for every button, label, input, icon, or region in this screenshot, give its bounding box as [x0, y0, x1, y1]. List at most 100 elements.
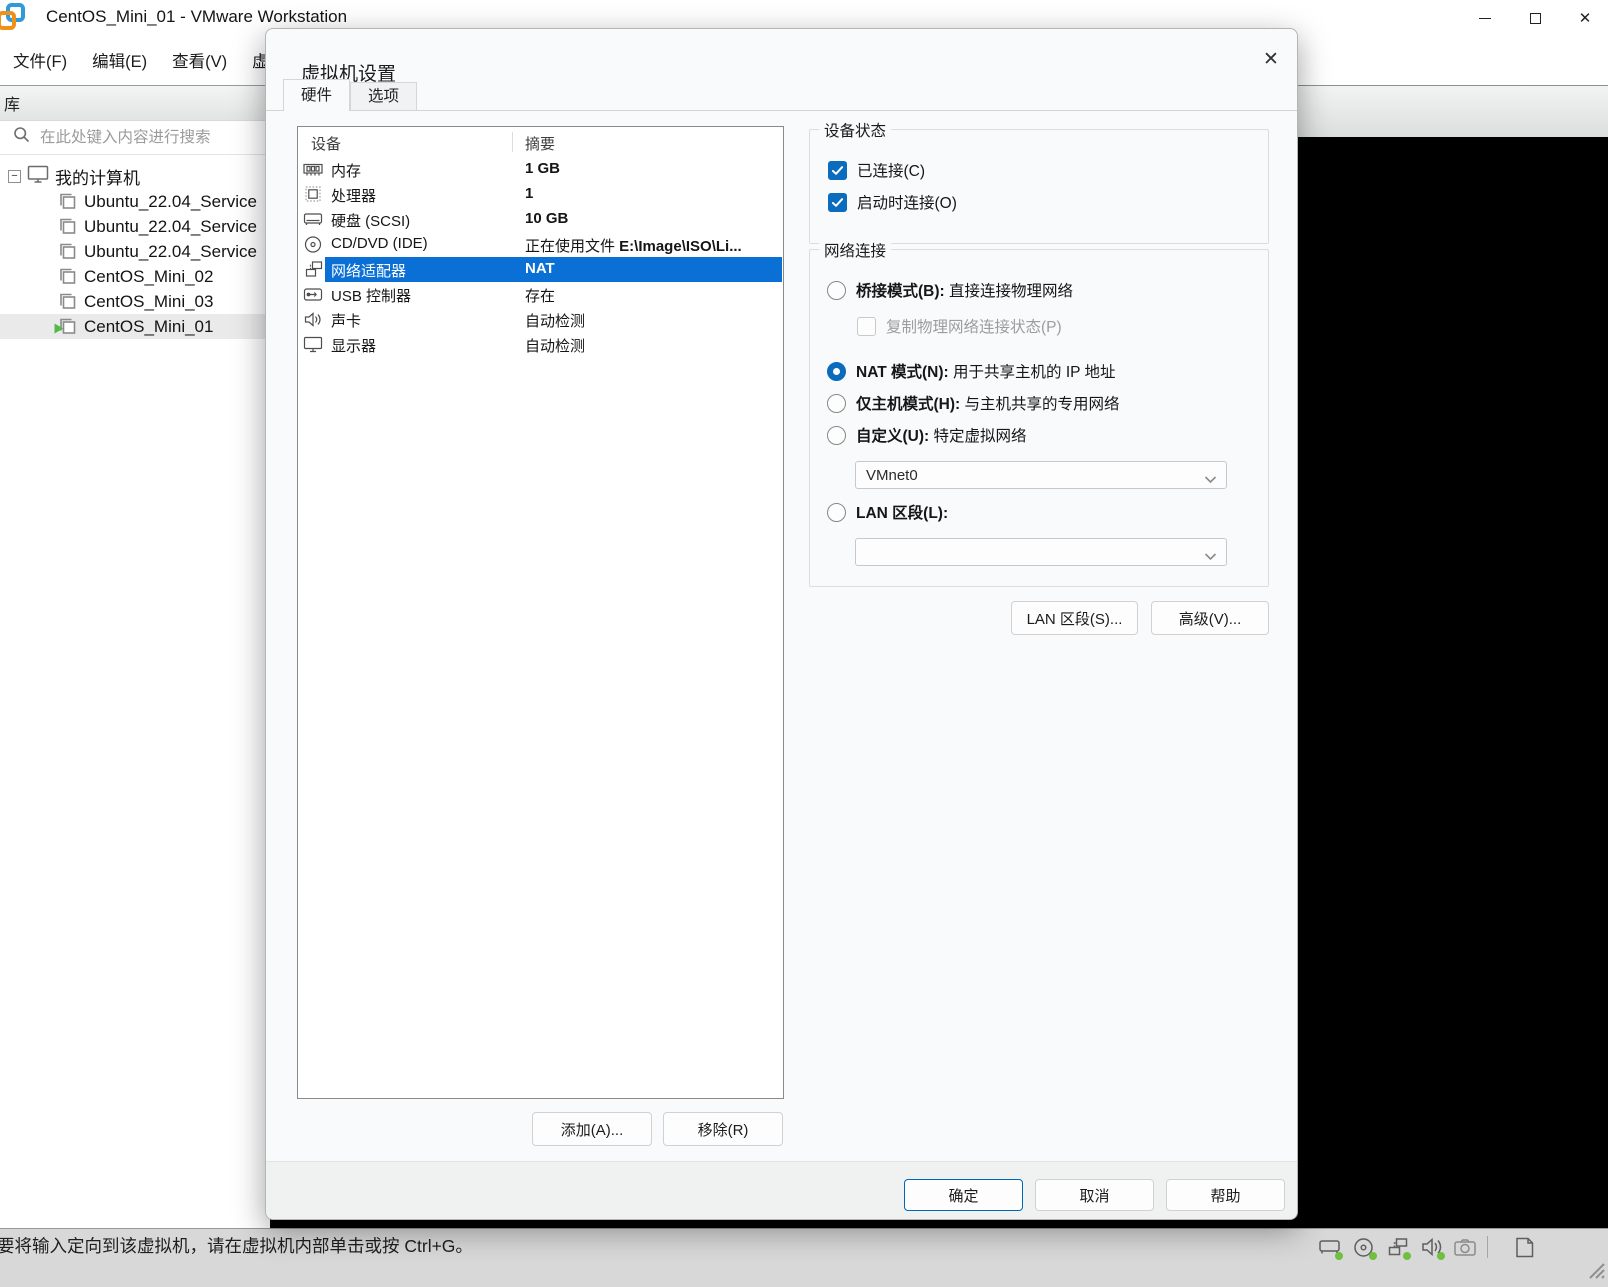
network-adapter-icon — [303, 260, 323, 279]
dialog-tabs: 硬件 选项 — [283, 79, 417, 110]
device-row-processor[interactable]: 处理器 1 — [298, 182, 783, 207]
tree-node-vm[interactable]: CentOS_Mini_03 — [0, 289, 270, 314]
maximize-button[interactable] — [1522, 5, 1548, 31]
device-row-network-adapter[interactable]: 网络适配器 NAT — [298, 257, 783, 282]
network-status-icon[interactable] — [1385, 1235, 1409, 1259]
tree-node-vm[interactable]: CentOS_Mini_02 — [0, 264, 270, 289]
replicate-option: 复制物理网络连接状态(P) — [857, 315, 1062, 337]
green-dot-indicator — [1335, 1252, 1343, 1260]
menu-edit[interactable]: 编辑(E) — [92, 48, 147, 72]
custom-radio[interactable] — [827, 426, 846, 445]
device-row-cd[interactable]: CD/DVD (IDE) 正在使用文件 E:\Image\ISO\Li... — [298, 232, 783, 257]
nat-radio[interactable] — [827, 362, 846, 381]
cd-status-icon[interactable] — [1351, 1235, 1375, 1259]
network-connection-group: 网络连接 桥接模式(B): 直接连接物理网络 复制物理网络连接状态(P) NAT… — [809, 249, 1269, 587]
lan-segments-button[interactable]: LAN 区段(S)... — [1011, 601, 1138, 635]
bridged-mode-option: 桥接模式(B): 直接连接物理网络 — [827, 279, 1073, 301]
vmware-logo-icon — [0, 3, 28, 38]
device-status-legend: 设备状态 — [819, 119, 891, 141]
tree-collapse-icon[interactable]: − — [8, 170, 21, 183]
status-separator — [1487, 1236, 1488, 1258]
tab-options[interactable]: 选项 — [350, 82, 417, 110]
custom-network-select[interactable]: VMnet0 — [855, 461, 1227, 489]
dialog-footer: 确定 取消 帮助 — [266, 1161, 1297, 1219]
hard-disk-status-icon[interactable] — [1317, 1235, 1341, 1259]
lan-segment-select[interactable] — [855, 538, 1227, 566]
cd-icon — [303, 235, 323, 254]
window-close-button[interactable]: ✕ — [1572, 5, 1598, 31]
tree-node-vm[interactable]: Ubuntu_22.04_Service — [0, 214, 270, 239]
tree-node-label: 我的计算机 — [55, 164, 140, 189]
device-table-header: 设备 摘要 — [298, 127, 783, 157]
help-button[interactable]: 帮助 — [1166, 1179, 1285, 1211]
window-title: CentOS_Mini_01 - VMware Workstation — [46, 7, 347, 27]
remove-hardware-button[interactable]: 移除(R) — [663, 1112, 783, 1146]
device-row-display[interactable]: 显示器 自动检测 — [298, 332, 783, 357]
device-row-usb[interactable]: USB 控制器 存在 — [298, 282, 783, 307]
sound-status-icon[interactable] — [1419, 1235, 1443, 1259]
column-summary: 摘要 — [525, 133, 555, 154]
custom-mode-option: 自定义(U): 特定虚拟网络 — [827, 424, 1027, 446]
library-sidebar: − 我的计算机 Ubuntu_22.04_Service — [0, 120, 270, 1228]
host-only-mode-option: 仅主机模式(H): 与主机共享的专用网络 — [827, 392, 1120, 414]
vm-icon — [57, 241, 78, 262]
column-divider — [512, 132, 513, 152]
tree-node-vm[interactable]: Ubuntu_22.04_Service — [0, 239, 270, 264]
processor-icon — [303, 185, 323, 204]
lan-segment-radio[interactable] — [827, 503, 846, 522]
bridged-radio[interactable] — [827, 281, 846, 300]
connect-at-power-on-checkbox[interactable] — [828, 193, 847, 212]
status-bar: 要将输入定向到该虚拟机，请在虚拟机内部单击或按 Ctrl+G。 — [0, 1228, 1608, 1287]
sound-card-icon — [303, 310, 323, 329]
tree-node-vm[interactable]: Ubuntu_22.04_Service — [0, 189, 270, 214]
play-icon — [54, 319, 64, 339]
connected-option: 已连接(C) — [828, 159, 925, 181]
camera-icon[interactable] — [1453, 1235, 1477, 1259]
display-icon — [303, 335, 323, 354]
resize-grip[interactable] — [1585, 1259, 1607, 1286]
device-table: 设备 摘要 内存 1 GB — [297, 126, 784, 1099]
library-search[interactable] — [0, 120, 270, 155]
add-hardware-button[interactable]: 添加(A)... — [532, 1112, 652, 1146]
vm-settings-dialog: 虚拟机设置 ✕ 硬件 选项 设备 摘要 内存 — [265, 28, 1298, 1220]
advanced-button[interactable]: 高级(V)... — [1151, 601, 1269, 635]
dialog-close-button[interactable]: ✕ — [1254, 43, 1288, 75]
device-status-group: 设备状态 已连接(C) 启动时连接(O) — [809, 129, 1269, 244]
tree-node-my-computer[interactable]: − 我的计算机 — [0, 164, 270, 189]
green-dot-indicator — [1437, 1252, 1445, 1260]
column-device: 设备 — [311, 133, 341, 154]
message-log-icon[interactable] — [1512, 1235, 1536, 1259]
menu-file[interactable]: 文件(F) — [13, 48, 67, 72]
status-device-indicators — [1317, 1235, 1536, 1259]
chevron-down-icon — [1204, 471, 1217, 488]
connected-checkbox[interactable] — [828, 161, 847, 180]
menu-view[interactable]: 查看(V) — [172, 48, 227, 72]
hard-disk-icon — [303, 210, 323, 229]
usb-controller-icon — [303, 285, 323, 304]
vm-icon — [57, 291, 78, 312]
vmware-workstation-window: CentOS_Mini_01 - VMware Workstation ✕ 文件… — [0, 0, 1608, 1287]
search-input[interactable] — [40, 129, 270, 147]
device-row-sound[interactable]: 声卡 自动检测 — [298, 307, 783, 332]
replicate-checkbox[interactable] — [857, 317, 876, 336]
connect-at-power-on-option: 启动时连接(O) — [828, 191, 957, 213]
vm-icon — [57, 266, 78, 287]
status-message: 要将输入定向到该虚拟机，请在虚拟机内部单击或按 Ctrl+G。 — [0, 1233, 473, 1258]
library-header: 库 — [0, 85, 270, 120]
network-connection-legend: 网络连接 — [819, 239, 891, 261]
memory-icon — [303, 160, 323, 179]
tab-divider — [266, 110, 1297, 111]
nat-mode-option: NAT 模式(N): 用于共享主机的 IP 地址 — [827, 360, 1116, 382]
computer-icon — [27, 164, 49, 189]
vm-running-icon — [57, 316, 78, 337]
device-row-disk[interactable]: 硬盘 (SCSI) 10 GB — [298, 207, 783, 232]
ok-button[interactable]: 确定 — [904, 1179, 1023, 1211]
tree-node-vm-selected[interactable]: CentOS_Mini_01 — [0, 314, 270, 339]
minimize-button[interactable] — [1472, 5, 1498, 31]
cancel-button[interactable]: 取消 — [1035, 1179, 1154, 1211]
device-row-memory[interactable]: 内存 1 GB — [298, 157, 783, 182]
tab-hardware[interactable]: 硬件 — [283, 79, 350, 111]
search-icon — [13, 126, 31, 149]
green-dot-indicator — [1403, 1252, 1411, 1260]
host-only-radio[interactable] — [827, 394, 846, 413]
